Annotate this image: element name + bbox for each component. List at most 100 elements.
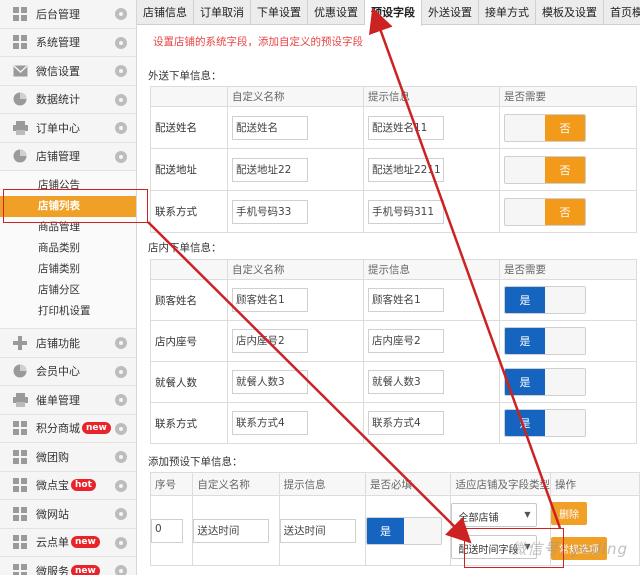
- expand-circle-icon[interactable]: [115, 337, 127, 349]
- column-header: 是否必填: [364, 472, 452, 496]
- required-toggle[interactable]: 是: [504, 409, 586, 437]
- badge-hot: hot: [71, 479, 96, 492]
- tab-item[interactable]: 预设字段: [365, 0, 422, 26]
- expand-circle-icon[interactable]: [115, 565, 127, 575]
- pie-icon: [12, 363, 28, 379]
- sidebar-item[interactable]: 积分商城 new: [0, 414, 136, 443]
- toggle-off-area: [545, 328, 585, 354]
- section-title-instore: 店内下单信息：: [148, 242, 222, 254]
- mail-icon: [12, 63, 28, 79]
- tab-bar: 店铺信息订单取消下单设置优惠设置预设字段外送设置接单方式模板及设置首页模块: [137, 0, 640, 26]
- field-label: 配送姓名: [150, 106, 228, 149]
- column-header: 操作: [549, 472, 640, 496]
- sidebar-item[interactable]: 催单管理: [0, 386, 136, 415]
- custom-name-input[interactable]: 店内座号2: [232, 329, 308, 353]
- custom-name-input[interactable]: 配送姓名: [232, 115, 308, 140]
- hint-input[interactable]: 店内座号2: [368, 329, 444, 353]
- tab-item[interactable]: 首页模块: [604, 0, 640, 25]
- expand-circle-icon[interactable]: [115, 150, 127, 163]
- expand-circle-icon[interactable]: [115, 65, 127, 77]
- expand-circle-icon[interactable]: [115, 394, 127, 406]
- toggle-off-area: [545, 287, 585, 313]
- sidebar-item[interactable]: 会员中心: [0, 357, 136, 386]
- pie-icon: [12, 91, 28, 107]
- required-toggle[interactable]: 是: [504, 368, 586, 396]
- sidebar-item[interactable]: 微点宝 hot: [0, 471, 136, 500]
- expand-circle-icon[interactable]: [115, 536, 127, 549]
- sidebar-item[interactable]: 店铺管理: [0, 142, 136, 171]
- grid-icon: [12, 6, 28, 22]
- tab-item[interactable]: 优惠设置: [308, 0, 365, 25]
- table-row: 配送姓名 配送姓名 配送姓名11 否: [150, 106, 637, 149]
- custom-name-input[interactable]: 送达时间: [193, 518, 270, 543]
- hint-input[interactable]: 配送地址2211: [368, 157, 444, 182]
- expand-circle-icon[interactable]: [115, 451, 127, 463]
- toggle-on-label: 否: [545, 198, 585, 225]
- submenu-item[interactable]: 商品管理: [0, 217, 136, 238]
- expand-circle-icon[interactable]: [115, 122, 127, 134]
- sidebar-item[interactable]: 微信设置: [0, 57, 136, 86]
- expand-circle-icon[interactable]: [115, 508, 127, 520]
- table-row: 就餐人数 就餐人数3 就餐人数3 是: [150, 361, 637, 403]
- expand-circle-icon[interactable]: [115, 36, 127, 49]
- expand-circle-icon[interactable]: [115, 365, 127, 378]
- required-toggle[interactable]: 是: [365, 516, 442, 545]
- hint-input[interactable]: 配送姓名11: [368, 115, 444, 140]
- submenu-item[interactable]: 店铺公告: [0, 175, 136, 196]
- submenu-item[interactable]: 店铺分区: [0, 280, 136, 301]
- expand-circle-icon[interactable]: [115, 479, 127, 492]
- store-select[interactable]: 全部店铺 ▼: [451, 502, 538, 527]
- sidebar-item-label: 催单管理: [36, 393, 80, 407]
- tab-item[interactable]: 外送设置: [422, 0, 479, 25]
- grid-icon: [12, 534, 28, 550]
- expand-circle-icon[interactable]: [115, 422, 127, 435]
- sidebar-item[interactable]: 后台管理: [0, 0, 136, 29]
- section-title-preset: 添加预设下单信息：: [148, 456, 243, 468]
- expand-circle-icon[interactable]: [115, 8, 127, 20]
- required-toggle[interactable]: 是: [504, 327, 586, 355]
- sidebar-item[interactable]: 微服务 new: [0, 557, 136, 575]
- grid-icon: [12, 34, 28, 50]
- hint-input[interactable]: 送达时间: [279, 518, 356, 543]
- required-toggle[interactable]: 是: [504, 286, 586, 314]
- custom-name-input[interactable]: 配送地址22: [232, 157, 308, 182]
- tab-item[interactable]: 订单取消: [194, 0, 251, 25]
- hint-input[interactable]: 就餐人数3: [368, 370, 444, 394]
- sidebar-item[interactable]: 云点单 new: [0, 528, 136, 557]
- tab-item[interactable]: 模板及设置: [536, 0, 604, 25]
- submenu-item[interactable]: 店铺列表: [0, 196, 136, 217]
- sidebar-item[interactable]: 订单中心: [0, 114, 136, 143]
- custom-name-input[interactable]: 手机号码33: [232, 199, 308, 224]
- sidebar-item[interactable]: 数据统计: [0, 85, 136, 114]
- submenu-item[interactable]: 店铺类别: [0, 259, 136, 280]
- required-toggle[interactable]: 否: [504, 197, 586, 226]
- sidebar-item-label: 店铺功能: [36, 336, 80, 350]
- watermark-text: 微信号: yeding: [511, 540, 628, 558]
- sidebar-item[interactable]: 系统管理: [0, 28, 136, 57]
- custom-name-input[interactable]: 就餐人数3: [232, 370, 308, 394]
- custom-name-input[interactable]: 联系方式4: [232, 411, 308, 435]
- sidebar-item[interactable]: 微网站: [0, 500, 136, 529]
- hint-input[interactable]: 联系方式4: [368, 411, 444, 435]
- badge-new: new: [71, 536, 100, 549]
- hint-input[interactable]: 顾客姓名1: [368, 288, 444, 312]
- tab-item[interactable]: 下单设置: [251, 0, 308, 25]
- sidebar-item-label: 微团购: [36, 450, 69, 464]
- submenu-item[interactable]: 打印机设置: [0, 301, 136, 322]
- tab-item[interactable]: 接单方式: [479, 0, 536, 25]
- table-row: 联系方式 手机号码33 手机号码311 否: [150, 190, 637, 233]
- sidebar-item[interactable]: 微团购: [0, 443, 136, 472]
- expand-circle-icon[interactable]: [115, 93, 127, 106]
- hint-input[interactable]: 手机号码311: [368, 199, 444, 224]
- custom-name-input[interactable]: 顾客姓名1: [232, 288, 308, 312]
- required-toggle[interactable]: 否: [504, 113, 586, 142]
- required-toggle[interactable]: 否: [504, 155, 586, 184]
- index-input[interactable]: 0: [151, 518, 183, 543]
- delete-button[interactable]: 删除: [550, 501, 587, 525]
- sidebar-item-label: 微点宝: [36, 479, 69, 493]
- toggle-on-label: 是: [366, 517, 404, 544]
- submenu-item[interactable]: 商品类别: [0, 238, 136, 259]
- sidebar-item[interactable]: 店铺功能: [0, 329, 136, 358]
- sidebar-submenu: 店铺公告 店铺列表 商品管理 商品类别 店铺类别 店铺分区 打印机设置: [0, 171, 136, 329]
- tab-item[interactable]: 店铺信息: [137, 0, 194, 25]
